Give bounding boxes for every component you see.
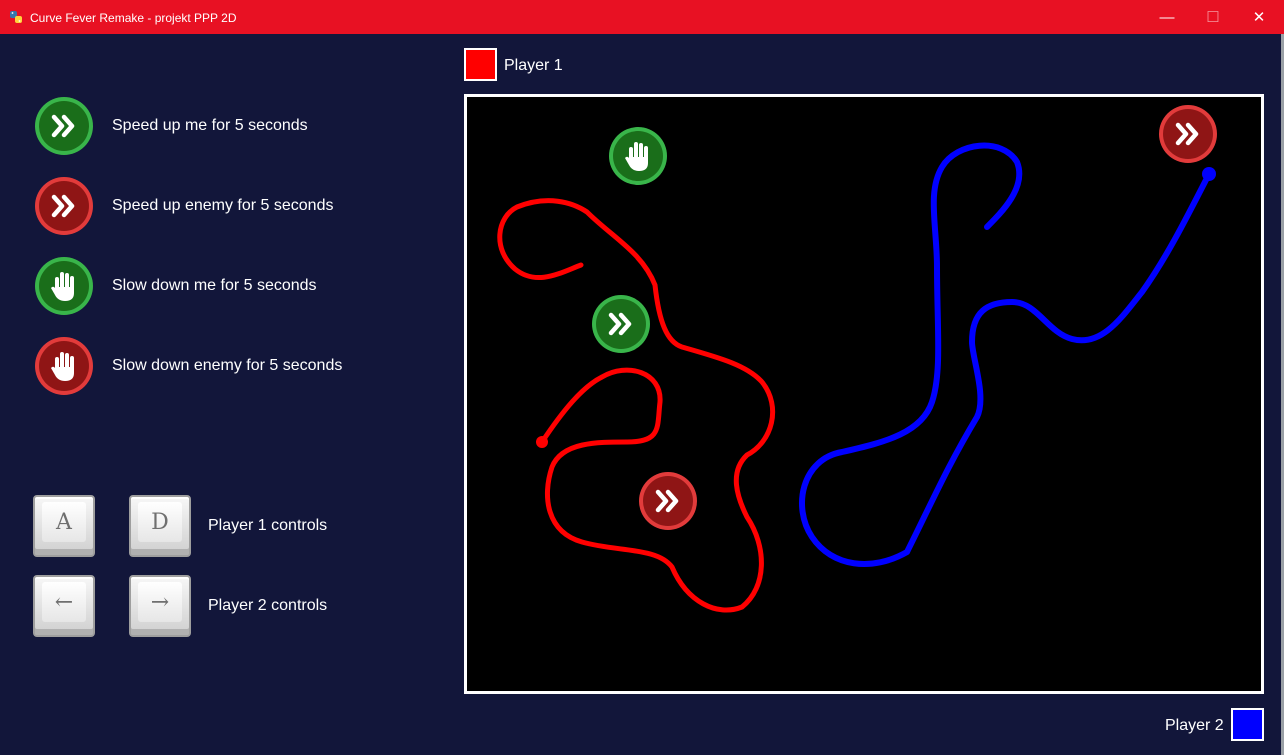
player1-color-swatch — [464, 48, 497, 81]
key-arrow-left: ← — [33, 575, 95, 637]
key-a-label: A — [42, 502, 86, 542]
player2-name: Player 2 — [1165, 717, 1224, 734]
key-d-label: D — [138, 502, 182, 542]
arena-canvas — [497, 105, 1217, 613]
title-bar[interactable]: Curve Fever Remake - projekt PPP 2D — ☐ … — [0, 0, 1284, 34]
game-arena — [464, 94, 1264, 694]
player1-name: Player 1 — [504, 57, 563, 74]
maximize-button[interactable]: ☐ — [1190, 0, 1236, 34]
python-app-icon — [10, 11, 22, 23]
player2-color-swatch — [1231, 708, 1264, 741]
legend-speed-up-enemy-label: Speed up enemy for 5 seconds — [112, 197, 334, 214]
speed-up-enemy-double-chevron-icon — [35, 177, 93, 235]
legend-speed-up-me-label: Speed up me for 5 seconds — [112, 117, 308, 134]
player1-trail — [497, 198, 776, 613]
minimize-button[interactable]: — — [1144, 0, 1190, 34]
legend-slow-down-enemy-label: Slow down enemy for 5 seconds — [112, 357, 343, 374]
arrow-left-icon: ← — [42, 582, 86, 622]
player2-trail — [799, 142, 1212, 567]
key-a: A — [33, 495, 95, 557]
slow-down-enemy-hand-icon — [35, 337, 93, 395]
game-window: Speed up me for 5 seconds Speed up enemy… — [0, 34, 1281, 755]
field-speed-up-enemy-double-chevron-icon — [639, 472, 697, 530]
field-speed-up-enemy-double-chevron-icon-2 — [1159, 105, 1217, 163]
player2-head — [1202, 167, 1216, 181]
window-title: Curve Fever Remake - projekt PPP 2D — [30, 11, 237, 25]
speed-up-me-double-chevron-icon — [35, 97, 93, 155]
slow-down-me-hand-icon — [35, 257, 93, 315]
legend-slow-down-me-label: Slow down me for 5 seconds — [112, 277, 317, 294]
player2-controls-label: Player 2 controls — [208, 597, 328, 614]
field-speed-up-me-double-chevron-icon — [592, 295, 650, 353]
key-arrow-right: → — [129, 575, 191, 637]
close-button[interactable]: ✕ — [1236, 0, 1282, 34]
player1-controls-label: Player 1 controls — [208, 517, 328, 534]
field-slow-down-me-hand-icon — [609, 127, 667, 185]
arrow-right-icon: → — [138, 582, 182, 622]
key-d: D — [129, 495, 191, 557]
player1-head — [536, 436, 548, 448]
